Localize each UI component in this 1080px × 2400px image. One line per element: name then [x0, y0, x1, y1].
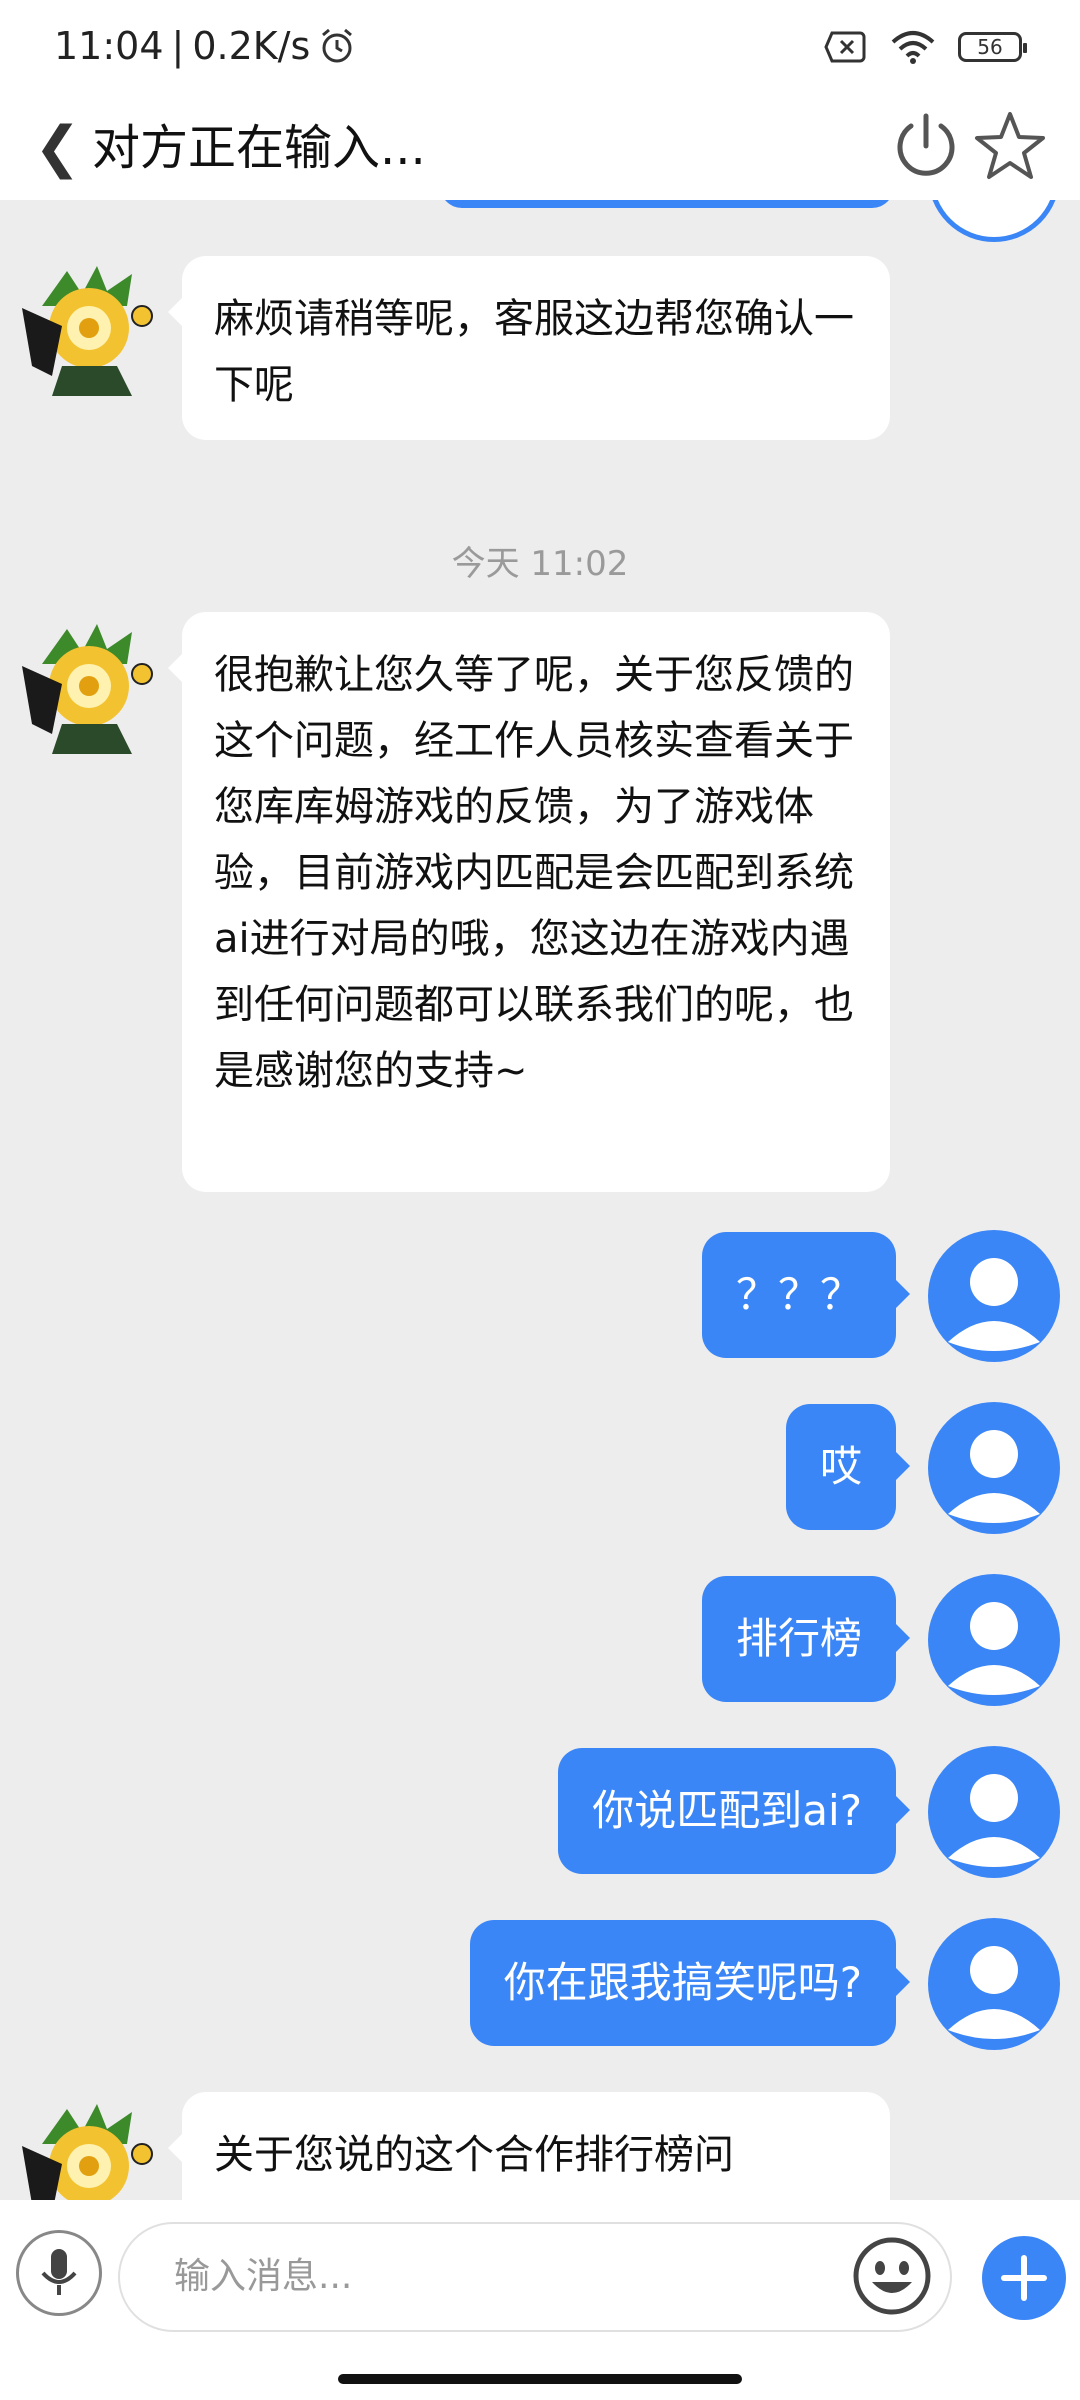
- agent-message[interactable]: 关于您说的这个合作排行榜问: [168, 2092, 890, 2200]
- input-bar: 输入消息...: [0, 2200, 1080, 2400]
- chat-area[interactable]: 麻烦请稍等呢，客服这边帮您确认一下呢 今天 11:02 很抱歉让您久等了呢，关于…: [0, 200, 1080, 2200]
- alarm-icon: [322, 28, 353, 63]
- emoji-icon[interactable]: [850, 2234, 934, 2318]
- message-input-placeholder: 输入消息...: [174, 2256, 353, 2297]
- status-separator: |: [171, 24, 185, 68]
- wifi-icon: [891, 31, 935, 64]
- user-avatar-icon[interactable]: [928, 1746, 1060, 1878]
- user-message-text: 哎: [819, 1442, 862, 1491]
- user-silhouette: [948, 1430, 1040, 1523]
- user-silhouette: [948, 1774, 1040, 1867]
- user-message-text: 排行榜: [735, 1614, 862, 1663]
- user-message-text: 你说匹配到ai?: [592, 1786, 862, 1835]
- agent-message[interactable]: 很抱歉让您久等了呢，关于您反馈的这个问题，经工作人员核实查看关于您库库姆游戏的反…: [168, 612, 890, 1192]
- star-icon[interactable]: [968, 104, 1052, 188]
- user-silhouette: [948, 1602, 1040, 1695]
- status-right: 56: [824, 30, 1027, 64]
- user-avatar-icon[interactable]: [928, 1918, 1060, 2050]
- battery-level: 56: [977, 35, 1003, 59]
- user-avatar-icon[interactable]: [928, 1230, 1060, 1362]
- agent-message[interactable]: 麻烦请稍等呢，客服这边帮您确认一下呢: [168, 256, 890, 440]
- message-input[interactable]: 输入消息...: [118, 2222, 952, 2332]
- battery-icon: 56: [958, 32, 1027, 62]
- user-message[interactable]: ？？？: [701, 1232, 911, 1358]
- back-chevron-icon[interactable]: ❮: [34, 112, 81, 184]
- power-icon[interactable]: [884, 104, 968, 188]
- user-avatar-icon[interactable]: [928, 1574, 1060, 1706]
- timestamp: 今天 11:02: [451, 544, 629, 584]
- status-net-speed: 0.2K/s: [192, 24, 311, 68]
- status-bar: 11:04 | 0.2K/s 56: [0, 0, 1080, 96]
- previous-user-avatar-fragment: [928, 200, 1060, 242]
- previous-user-bubble-fragment: [440, 200, 894, 208]
- agent-message-text: 关于您说的这个合作排行榜问: [214, 2132, 734, 2178]
- voice-button[interactable]: [16, 2230, 102, 2316]
- sim-off-icon: [824, 31, 866, 63]
- page-title: 对方正在输入...: [92, 120, 426, 176]
- user-message[interactable]: 你说匹配到ai?: [558, 1748, 910, 1874]
- plus-icon: [1001, 2255, 1047, 2301]
- agent-message-text: 很抱歉让您久等了呢，关于您反馈的这个问题，经工作人员核实查看关于您库库姆游戏的反…: [214, 652, 854, 1094]
- status-left: 11:04 | 0.2K/s: [54, 24, 356, 68]
- user-message[interactable]: 哎: [785, 1404, 911, 1530]
- agent-message-text: 麻烦请稍等呢，客服这边帮您确认一下呢: [214, 296, 854, 408]
- user-message[interactable]: 你在跟我搞笑呢吗?: [469, 1920, 911, 2046]
- home-indicator[interactable]: [338, 2374, 742, 2384]
- mic-icon: [41, 2249, 77, 2295]
- agent-avatar[interactable]: [22, 266, 156, 400]
- chat-header: ❮ 对方正在输入...: [0, 96, 1080, 200]
- user-avatar-icon[interactable]: [928, 1402, 1060, 1534]
- user-message-text: ？？？: [735, 1270, 862, 1319]
- user-message[interactable]: 排行榜: [701, 1576, 911, 1702]
- user-message-text: 你在跟我搞笑呢吗?: [503, 1958, 862, 2007]
- user-silhouette: [948, 1258, 1040, 1351]
- agent-avatar[interactable]: [22, 2104, 156, 2200]
- user-silhouette: [948, 1946, 1040, 2039]
- status-time: 11:04: [54, 24, 164, 68]
- plus-button[interactable]: [982, 2236, 1066, 2320]
- agent-avatar[interactable]: [22, 624, 156, 758]
